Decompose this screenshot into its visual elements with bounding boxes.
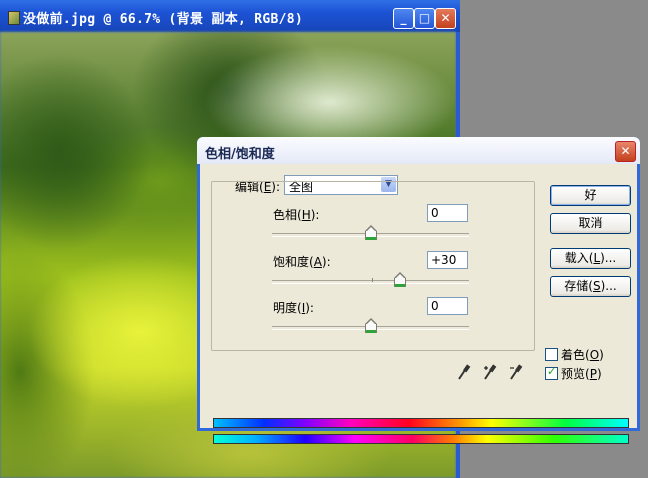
- dialog-titlebar[interactable]: 色相/饱和度 ✕: [197, 137, 640, 164]
- close-icon: ✕: [440, 11, 451, 25]
- maximize-button[interactable]: □: [414, 8, 435, 29]
- colorize-label: 着色(O): [561, 348, 604, 362]
- input-color-bar: [213, 418, 629, 428]
- lightness-input[interactable]: 0: [427, 297, 468, 315]
- saturation-label: 饱和度(A):: [273, 255, 331, 269]
- hue-saturation-dialog: 色相/饱和度 ✕ 编辑(E): 全图 ▼ 色相(H): 0 饱和度(A): +3…: [197, 137, 640, 444]
- saturation-slider-track[interactable]: [272, 280, 469, 284]
- cancel-button[interactable]: 取消: [550, 213, 631, 234]
- colorize-checkbox[interactable]: [545, 348, 558, 361]
- preview-label: 预览(P): [561, 367, 602, 381]
- saturation-slider-thumb[interactable]: [394, 272, 407, 288]
- eyedropper-minus-icon[interactable]: [509, 364, 523, 380]
- hue-slider-thumb[interactable]: [364, 225, 377, 241]
- dialog-body: 编辑(E): 全图 ▼ 色相(H): 0 饱和度(A): +30 明度(I): …: [200, 164, 637, 444]
- minimize-icon: _: [400, 11, 407, 25]
- document-title: 没做前.jpg @ 66.7% (背景 副本, RGB/8): [8, 8, 303, 27]
- minimize-button[interactable]: _: [393, 8, 414, 29]
- checkmark-icon: ✓: [547, 365, 557, 378]
- maximize-icon: □: [418, 11, 431, 25]
- eyedropper-icon[interactable]: [457, 364, 471, 380]
- lightness-slider-thumb[interactable]: [364, 318, 377, 334]
- output-color-bar: [213, 434, 629, 444]
- hue-input[interactable]: 0: [427, 204, 468, 222]
- close-icon: ✕: [620, 144, 631, 158]
- image-file-icon: [8, 11, 20, 25]
- lightness-label: 明度(I):: [273, 301, 314, 315]
- document-title-text: 没做前.jpg @ 66.7% (背景 副本, RGB/8): [23, 12, 304, 27]
- document-titlebar[interactable]: 没做前.jpg @ 66.7% (背景 副本, RGB/8) _ □ ✕: [0, 0, 460, 32]
- save-button[interactable]: 存储(S)...: [550, 276, 631, 297]
- dialog-title: 色相/饱和度: [205, 147, 275, 162]
- preview-checkbox[interactable]: ✓: [545, 365, 558, 380]
- hue-label: 色相(H):: [273, 208, 320, 222]
- ok-button[interactable]: 好: [550, 185, 631, 206]
- document-close-button[interactable]: ✕: [435, 8, 456, 29]
- dialog-close-button[interactable]: ✕: [615, 141, 636, 162]
- saturation-input[interactable]: +30: [427, 251, 468, 269]
- eyedropper-plus-icon[interactable]: [483, 364, 497, 380]
- saturation-center-tick: [372, 278, 373, 282]
- load-button[interactable]: 载入(L)...: [550, 248, 631, 269]
